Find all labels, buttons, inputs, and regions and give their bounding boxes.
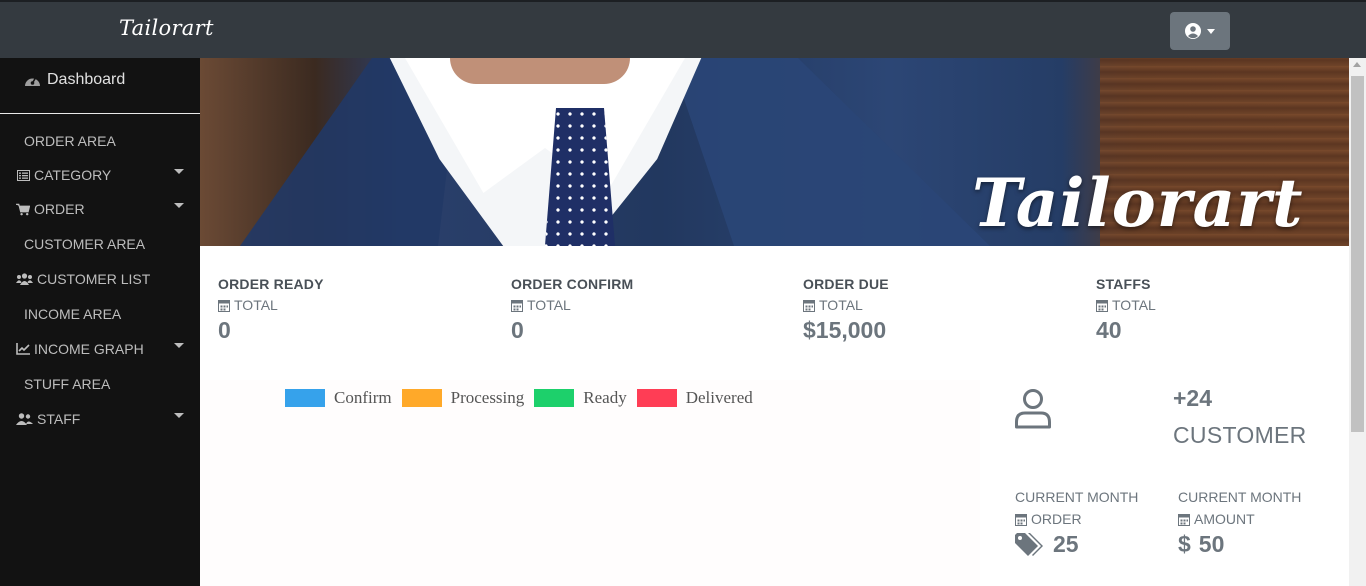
stat-subtitle-label: TOTAL xyxy=(819,297,863,313)
stat-subtitle-label: TOTAL xyxy=(1112,297,1156,313)
sidebar-item-customer-list[interactable]: CUSTOMER LIST xyxy=(0,267,200,291)
current-month-subtitle: AMOUNT xyxy=(1178,511,1301,527)
stat-title: STAFFS xyxy=(1096,276,1151,292)
sidebar-item-label: CATEGORY xyxy=(34,167,112,183)
users-icon xyxy=(16,272,33,286)
legend-label-delivered[interactable]: Delivered xyxy=(686,388,753,408)
stat-value: 0 xyxy=(511,317,524,343)
stat-staffs: STAFFS TOTAL 40 xyxy=(1096,276,1356,344)
caret-down-icon xyxy=(174,203,184,208)
dollar-icon: $ xyxy=(1178,531,1191,557)
sidebar-divider xyxy=(0,113,200,114)
sidebar-item-stuff-area: STUFF AREA xyxy=(0,372,200,396)
sidebar-item-dashboard[interactable]: Dashboard xyxy=(24,71,125,89)
order-status-chart: Confirm Processing Ready Delivered xyxy=(200,380,980,586)
legend-swatch-processing[interactable] xyxy=(401,389,442,407)
sidebar-item-label: INCOME GRAPH xyxy=(34,341,144,357)
current-month-amount: CURRENT MONTH AMOUNT $ 50 xyxy=(1178,489,1301,558)
calendar-icon xyxy=(1178,513,1190,526)
sidebar-section-label: CUSTOMER AREA xyxy=(24,236,146,252)
stat-value: 40 xyxy=(1096,317,1122,343)
list-icon xyxy=(16,168,30,182)
current-month-value: 25 xyxy=(1015,531,1138,558)
sidebar-section-label: ORDER AREA xyxy=(24,133,116,149)
sidebar-item-label: STAFF xyxy=(37,411,81,427)
sidebar-item-income-area: INCOME AREA xyxy=(0,302,200,326)
chevron-down-icon xyxy=(1207,28,1215,34)
sidebar-item-order[interactable]: ORDER xyxy=(0,197,200,221)
calendar-icon xyxy=(511,299,523,312)
legend-swatch-ready[interactable] xyxy=(534,389,575,407)
caret-down-icon xyxy=(174,343,184,348)
stat-order-confirm: ORDER CONFIRM TOTAL 0 xyxy=(511,276,771,344)
current-month-subtitle-label: ORDER xyxy=(1031,511,1082,527)
current-month-order-value: 25 xyxy=(1053,531,1079,557)
banner-chin xyxy=(450,58,630,84)
banner-title: Tailorart xyxy=(972,164,1304,242)
sidebar-section-label: STUFF AREA xyxy=(24,376,111,392)
caret-down-icon xyxy=(174,413,184,418)
cart-icon xyxy=(16,202,30,216)
sidebar-item-category[interactable]: CATEGORY xyxy=(0,163,200,187)
current-month-title: CURRENT MONTH xyxy=(1178,489,1302,505)
calendar-icon xyxy=(218,299,230,312)
sidebar-item-order-area: ORDER AREA xyxy=(0,129,200,153)
sidebar-item-customer-area: CUSTOMER AREA xyxy=(0,232,200,256)
tachometer-icon xyxy=(25,76,40,86)
current-month-subtitle: ORDER xyxy=(1015,511,1138,527)
customer-label: CUSTOMER xyxy=(1173,422,1307,448)
current-month-title: CURRENT MONTH xyxy=(1015,489,1139,505)
stat-subtitle: TOTAL xyxy=(511,297,771,313)
stat-value: $15,000 xyxy=(803,317,887,343)
stat-subtitle: TOTAL xyxy=(803,297,1063,313)
sidebar-item-income-graph[interactable]: INCOME GRAPH xyxy=(0,337,200,361)
scroll-up-arrow-icon[interactable] xyxy=(1353,62,1361,67)
chart-legend: Confirm Processing Ready Delivered xyxy=(285,388,763,408)
calendar-icon xyxy=(1015,513,1027,526)
sidebar-item-staff[interactable]: STAFF xyxy=(0,407,200,431)
current-month-amount-value: 50 xyxy=(1198,531,1225,557)
stat-subtitle-label: TOTAL xyxy=(527,297,571,313)
sidebar-section-label: INCOME AREA xyxy=(24,306,122,322)
stat-title: ORDER READY xyxy=(218,276,324,292)
sidebar-item-label: CUSTOMER LIST xyxy=(37,271,151,287)
calendar-icon xyxy=(803,299,815,312)
top-navbar: Tailorart xyxy=(0,0,1366,58)
caret-down-icon xyxy=(174,169,184,174)
stat-title: ORDER DUE xyxy=(803,276,889,292)
stat-subtitle: TOTAL xyxy=(218,297,478,313)
chart-line-icon xyxy=(16,342,30,356)
current-month-subtitle-label: AMOUNT xyxy=(1194,511,1255,527)
legend-swatch-delivered[interactable] xyxy=(636,389,677,407)
user-outline-icon xyxy=(1014,388,1052,435)
legend-label-ready[interactable]: Ready xyxy=(583,388,626,408)
legend-label-processing[interactable]: Processing xyxy=(451,388,525,408)
user-menu-button[interactable] xyxy=(1170,12,1230,50)
sidebar-item-label: ORDER xyxy=(34,201,85,217)
stat-value: 0 xyxy=(218,317,231,343)
brand-logo[interactable]: Tailorart xyxy=(119,16,214,40)
stat-order-ready: ORDER READY TOTAL 0 xyxy=(218,276,478,344)
legend-swatch-confirm[interactable] xyxy=(285,389,325,407)
sidebar-item-label: Dashboard xyxy=(47,71,126,88)
calendar-icon xyxy=(1096,299,1108,312)
user-friends-icon xyxy=(16,412,33,426)
stat-subtitle: TOTAL xyxy=(1096,297,1356,313)
stat-subtitle-label: TOTAL xyxy=(234,297,278,313)
stat-title: ORDER CONFIRM xyxy=(511,276,634,292)
legend-label-confirm[interactable]: Confirm xyxy=(334,388,392,408)
stat-order-due: ORDER DUE TOTAL $15,000 xyxy=(803,276,1063,344)
sidebar: Dashboard ORDER AREA CATEGORY ORDER CUST… xyxy=(0,58,200,586)
user-circle-icon xyxy=(1185,23,1201,39)
scrollbar-thumb[interactable] xyxy=(1351,76,1364,432)
customer-count: +24 xyxy=(1173,385,1213,411)
current-month-value: $ 50 xyxy=(1178,531,1301,558)
tags-icon xyxy=(1015,532,1043,556)
banner-jacket-right xyxy=(670,58,990,246)
page-scrollbar[interactable] xyxy=(1349,58,1366,586)
current-month-order: CURRENT MONTH ORDER 25 xyxy=(1015,489,1138,558)
